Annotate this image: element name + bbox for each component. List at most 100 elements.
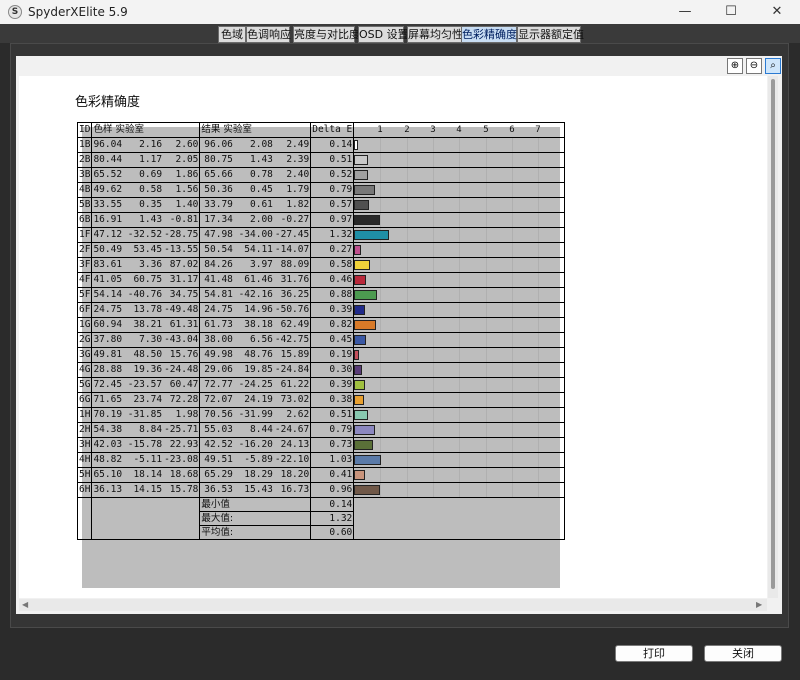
row-id: 4H [76,452,93,468]
sample-lab-value: 18.68 [163,467,201,483]
delta-e-bar-cell [353,212,566,228]
table-row: 6H 36.13 14.15 15.78 36.53 15.43 16.73 0.96 [76,482,566,498]
sample-lab-value: -24.48 [163,362,201,378]
tab-4[interactable]: OSD 设置 [358,26,409,43]
result-lab-value: 55.03 [199,422,234,438]
result-lab-value: 49.98 [199,347,234,363]
delta-e-bar [354,215,380,225]
sample-lab-value: 53.45 [123,242,164,258]
sample-lab-value: 1.98 [163,407,201,423]
delta-e-value: 0.51 [310,407,355,423]
sample-lab-value: 54.38 [91,422,124,438]
delta-e-bar-cell [353,437,566,453]
result-lab-value: 29.06 [199,362,234,378]
header-sample: 色样 实验室 [91,122,201,138]
sample-lab-value: 1.43 [123,212,164,228]
row-id: 6H [76,482,93,498]
delta-e-value: 0.51 [310,152,355,168]
row-id: 2G [76,332,93,348]
table-row: 6G 71.65 23.74 72.28 72.07 24.19 73.02 0.38 [76,392,566,408]
sample-lab-value: 38.21 [123,317,164,333]
zoom-fit-icon[interactable]: ⌕ [765,58,781,74]
title-bar: S SpyderXElite 5.9 — ☐ ✕ [0,0,800,24]
delta-e-bar-cell [353,452,566,468]
sample-lab-value: 72.45 [91,377,124,393]
scale-tick-label: 3 [430,125,436,135]
table-row: 3F 83.61 3.36 87.02 84.26 3.97 88.09 0.58 [76,257,566,273]
delta-e-value: 0.46 [310,272,355,288]
sample-lab-value: -40.76 [123,287,164,303]
summary-value: 1.32 [310,511,355,526]
row-id: 4F [76,272,93,288]
sample-lab-value: 65.52 [91,167,124,183]
sample-lab-value: 41.05 [91,272,124,288]
maximize-icon[interactable]: ☐ [708,0,754,24]
result-lab-value: 84.26 [199,257,234,273]
result-lab-value: -34.00 [233,227,274,243]
result-lab-value: -24.84 [273,362,312,378]
tab-6[interactable]: 色彩精确度 [461,26,517,43]
delta-e-bar [354,275,367,285]
sample-lab-value: 1.86 [163,167,201,183]
sample-lab-value: 24.75 [91,302,124,318]
zoom-in-icon[interactable]: ⊕ [727,58,743,74]
result-lab-value: 0.78 [233,167,274,183]
result-lab-value: 50.36 [199,182,234,198]
tab-2[interactable]: 色调响应 [246,26,291,43]
sample-lab-value: 2.60 [163,137,201,153]
table-row: 3G 49.81 48.50 15.76 49.98 48.76 15.89 0.19 [76,347,566,363]
summary-value: 0.60 [310,525,355,540]
zoom-out-icon[interactable]: ⊖ [746,58,762,74]
scroll-left-icon[interactable]: ◀ [22,600,28,609]
result-lab-value: 31.76 [273,272,312,288]
row-id: 1F [76,227,93,243]
delta-e-bar-cell [353,347,566,363]
delta-e-value: 0.96 [310,482,355,498]
result-lab-value: 2.40 [273,167,312,183]
sample-lab-value: 1.17 [123,152,164,168]
delta-e-bar [354,185,376,195]
tab-5[interactable]: 屏幕均匀性 [407,26,463,43]
result-lab-value: 14.96 [233,302,274,318]
scale-tick-label: 1 [377,125,383,135]
result-lab-value: 8.44 [233,422,274,438]
delta-e-bar-cell [353,287,566,303]
delta-e-bar [354,425,376,435]
table-row: 4H 48.82 -5.11 -23.08 49.51 -5.89 -22.10 1.03 [76,452,566,468]
summary-value: 0.14 [310,497,355,512]
result-lab-value: 36.53 [199,482,234,498]
print-button[interactable]: 打印 [615,645,693,662]
result-lab-value: 38.00 [199,332,234,348]
sample-lab-value: 48.82 [91,452,124,468]
tab-7[interactable]: 显示器额定值 [517,26,584,43]
result-lab-value: 15.89 [273,347,312,363]
vertical-scrollbar[interactable] [768,76,778,598]
delta-e-bar-cell [353,392,566,408]
table-row: 4G 28.88 19.36 -24.48 29.06 19.85 -24.84 0.30 [76,362,566,378]
delta-e-bar [354,320,376,330]
result-lab-value: 33.79 [199,197,234,213]
delta-e-bar [354,305,365,315]
result-lab-value: 61.46 [233,272,274,288]
sample-lab-value: 7.30 [123,332,164,348]
scale-tick-label: 6 [509,125,515,135]
sample-lab-value: 2.16 [123,137,164,153]
horizontal-scrollbar[interactable]: ◀ ▶ [19,599,767,611]
vertical-scroll-thumb[interactable] [771,79,775,589]
delta-e-bar [354,200,370,210]
delta-e-bar [354,350,360,360]
tab-1[interactable]: 色域 [218,26,246,43]
result-lab-value: 72.07 [199,392,234,408]
scroll-right-icon[interactable]: ▶ [756,600,762,609]
sample-lab-value: -49.48 [163,302,201,318]
minimize-icon[interactable]: — [662,0,708,24]
tab-3[interactable]: 亮度与对比度 [293,26,360,43]
close-button[interactable]: 关闭 [704,645,782,662]
table-row: 3H 42.03 -15.78 22.93 42.52 -16.20 24.13 0.73 [76,437,566,453]
summary-label: 最小值 [199,497,312,512]
result-lab-value: 18.20 [273,467,312,483]
delta-e-value: 1.03 [310,452,355,468]
result-lab-value: 2.08 [233,137,274,153]
close-window-icon[interactable]: ✕ [754,0,800,24]
delta-e-bar-cell [353,257,566,273]
